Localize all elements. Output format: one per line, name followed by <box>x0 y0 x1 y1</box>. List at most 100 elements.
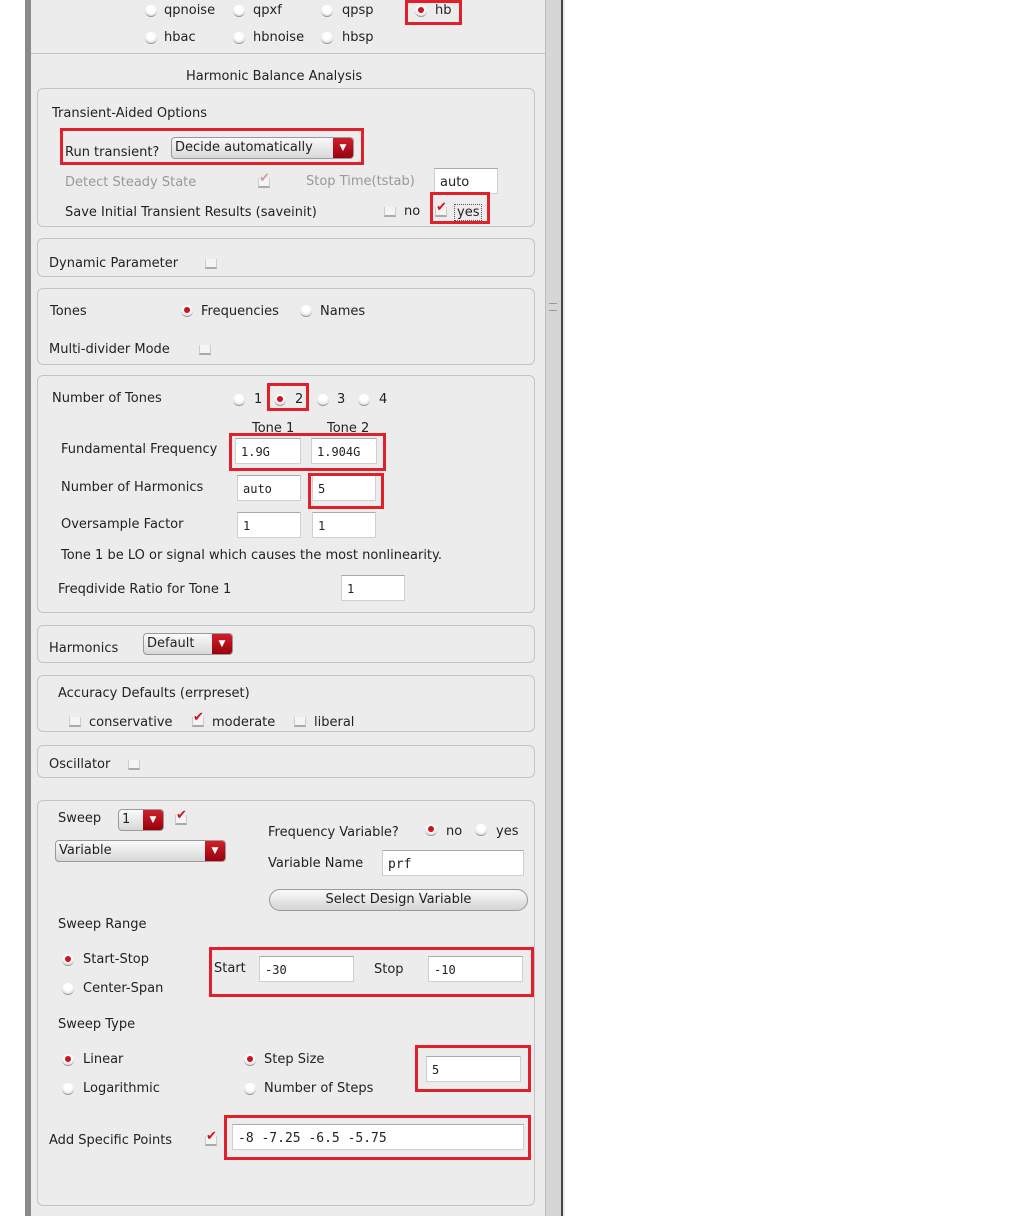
save-initial-label: Save Initial Transient Results (saveinit… <box>65 205 317 220</box>
accuracy-label: Accuracy Defaults (errpreset) <box>58 686 250 701</box>
freqvar-yes-label: yes <box>496 824 519 839</box>
number-of-steps-label: Number of Steps <box>264 1081 374 1096</box>
radio-number-of-steps[interactable] <box>244 1083 256 1095</box>
multidivider-label: Multi-divider Mode <box>49 342 170 357</box>
start-stop-label: Start-Stop <box>83 952 150 967</box>
radio-tones-1[interactable] <box>233 394 245 406</box>
tones-1-label: 1 <box>254 392 263 407</box>
harmonics-tone1-input[interactable]: auto <box>237 475 301 501</box>
dynamic-parameter-label: Dynamic Parameter <box>49 256 179 271</box>
transient-heading: Transient-Aided Options <box>52 106 208 121</box>
highlight-tones <box>267 383 309 411</box>
sweep-label: Sweep <box>58 811 102 826</box>
oversample-factor-label: Oversample Factor <box>61 517 184 532</box>
divider <box>31 53 545 54</box>
linear-label: Linear <box>83 1052 124 1067</box>
detect-steady-label: Detect Steady State <box>65 175 197 190</box>
highlight-start-stop <box>209 947 534 997</box>
freqdivide-input[interactable]: 1 <box>341 575 405 601</box>
freqvar-no-label: no <box>446 824 463 839</box>
harmonics-label: Harmonics <box>49 641 119 656</box>
center-span-label: Center-Span <box>83 981 164 996</box>
stop-time-input[interactable]: auto <box>434 168 498 194</box>
highlight-harmonics <box>308 473 384 509</box>
liberal-label: liberal <box>314 715 355 730</box>
sweep-count-select[interactable]: 1 ▼ <box>118 809 164 831</box>
radio-freqvar-no[interactable] <box>425 824 437 836</box>
label-qpnoise: qpnoise <box>164 3 216 18</box>
radio-names[interactable] <box>300 305 312 317</box>
moderate-checkbox[interactable] <box>192 710 204 727</box>
scrollbar[interactable] <box>545 0 563 1216</box>
radio-linear[interactable] <box>62 1054 74 1066</box>
highlight-run-transient <box>60 128 364 165</box>
conservative-checkbox[interactable] <box>69 717 81 727</box>
radio-tones-4[interactable] <box>358 394 370 406</box>
radio-center-span[interactable] <box>62 983 74 995</box>
names-label: Names <box>320 304 366 319</box>
radio-hbnoise[interactable] <box>233 32 245 44</box>
harmonics-value: Default <box>147 636 195 651</box>
scroll-grip-icon[interactable] <box>549 303 557 311</box>
highlight-hb <box>405 0 462 25</box>
number-of-harmonics-label: Number of Harmonics <box>61 480 204 495</box>
tones-3-label: 3 <box>337 392 346 407</box>
oscillator-label: Oscillator <box>49 757 111 772</box>
step-size-label: Step Size <box>264 1052 325 1067</box>
radio-hbsp[interactable] <box>321 32 333 44</box>
add-specific-points-label: Add Specific Points <box>49 1133 173 1148</box>
highlight-step-size <box>415 1045 531 1092</box>
stop-time-label: Stop Time(tstab) <box>306 174 415 189</box>
radio-qpsp[interactable] <box>321 5 333 17</box>
oscillator-checkbox[interactable] <box>128 760 140 770</box>
variable-name-label: Variable Name <box>268 856 364 871</box>
logarithmic-label: Logarithmic <box>83 1081 160 1096</box>
number-of-tones-label: Number of Tones <box>52 391 162 406</box>
sweep-type-value: Variable <box>59 843 112 858</box>
radio-step-size[interactable] <box>244 1054 256 1066</box>
label-hbac: hbac <box>164 30 196 45</box>
oversample-tone2-input[interactable]: 1 <box>312 512 376 538</box>
tones-4-label: 4 <box>379 392 388 407</box>
chevron-down-icon: ▼ <box>143 810 163 830</box>
multidivider-checkbox[interactable] <box>199 345 211 355</box>
chevron-down-icon: ▼ <box>212 634 232 654</box>
dynamic-parameter-checkbox[interactable] <box>205 259 217 269</box>
conservative-label: conservative <box>89 715 173 730</box>
page-title: Harmonic Balance Analysis <box>186 69 363 84</box>
frequency-variable-label: Frequency Variable? <box>268 825 399 840</box>
harmonics-select[interactable]: Default ▼ <box>143 633 233 655</box>
sweep-type-select[interactable]: Variable ▼ <box>55 840 226 862</box>
radio-hbac[interactable] <box>145 32 157 44</box>
tones-label: Tones <box>50 304 87 319</box>
label-qpxf: qpxf <box>253 3 282 18</box>
radio-freqvar-yes[interactable] <box>475 824 487 836</box>
sweep-range-label: Sweep Range <box>58 917 147 932</box>
label-hbnoise: hbnoise <box>253 30 305 45</box>
variable-name-input[interactable]: prf <box>382 850 524 876</box>
tone-note: Tone 1 be LO or signal which causes the … <box>61 548 443 563</box>
label-hbsp: hbsp <box>342 30 374 45</box>
highlight-specific-points <box>224 1115 531 1160</box>
highlight-saveinit <box>430 192 490 224</box>
frequencies-label: Frequencies <box>201 304 279 319</box>
saveinit-no-checkbox[interactable] <box>384 207 396 217</box>
select-design-variable-button[interactable]: Select Design Variable <box>269 889 528 911</box>
radio-tones-3[interactable] <box>317 394 329 406</box>
radio-qpnoise[interactable] <box>145 5 157 17</box>
radio-logarithmic[interactable] <box>62 1083 74 1095</box>
oversample-tone1-input[interactable]: 1 <box>237 512 301 538</box>
radio-qpxf[interactable] <box>233 5 245 17</box>
liberal-checkbox[interactable] <box>294 717 306 727</box>
moderate-label: moderate <box>212 715 276 730</box>
add-specific-points-checkbox[interactable] <box>205 1129 217 1146</box>
sweep-type-label: Sweep Type <box>58 1017 136 1032</box>
radio-frequencies[interactable] <box>181 305 193 317</box>
sweep-count-value: 1 <box>122 812 131 827</box>
sweep-checkbox[interactable] <box>175 808 187 825</box>
radio-start-stop[interactable] <box>62 954 74 966</box>
oscillator-group <box>37 745 535 778</box>
saveinit-no-label: no <box>404 204 421 219</box>
highlight-fund-freq <box>229 433 386 471</box>
detect-steady-checkbox[interactable] <box>258 171 270 188</box>
